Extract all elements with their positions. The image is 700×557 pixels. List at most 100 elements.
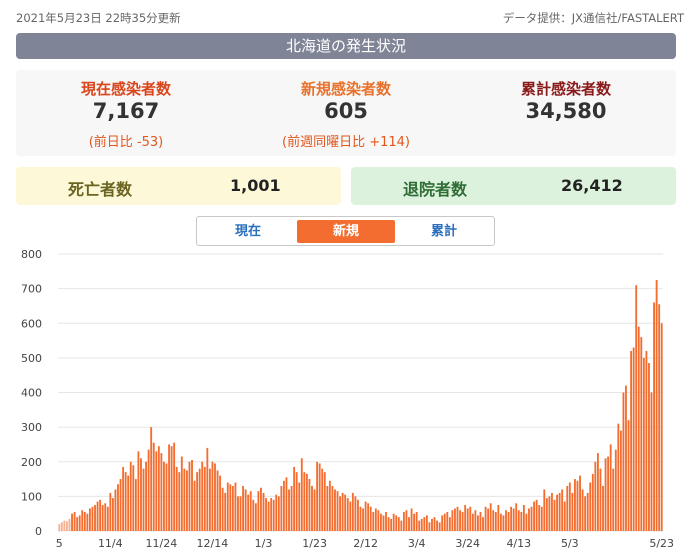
bar — [160, 453, 163, 531]
bar — [551, 492, 553, 531]
y-tick-label: 600 — [21, 317, 42, 330]
bar — [374, 508, 377, 531]
bar — [533, 501, 536, 531]
bar — [530, 506, 533, 531]
bar — [142, 468, 145, 531]
bar — [382, 515, 385, 531]
bar — [410, 508, 413, 531]
bar — [380, 513, 382, 531]
bar — [114, 489, 117, 531]
bar — [566, 485, 569, 531]
bar — [94, 505, 96, 531]
bar — [272, 499, 275, 531]
bar — [640, 337, 643, 531]
bar — [515, 503, 518, 531]
bar — [390, 518, 393, 531]
bar — [303, 472, 306, 531]
bar — [512, 508, 515, 531]
bar — [469, 506, 472, 531]
bar — [528, 508, 530, 531]
bar — [372, 511, 375, 531]
bar — [594, 461, 597, 531]
x-tick-label: 5/23 — [649, 537, 674, 550]
bar — [311, 485, 313, 531]
bar — [193, 480, 196, 531]
bar — [224, 492, 227, 531]
bar — [602, 485, 604, 531]
bar — [178, 472, 181, 531]
bar — [645, 350, 648, 531]
y-tick-label: 200 — [21, 456, 42, 469]
stat-current-label: 現在感染者数 — [80, 80, 171, 98]
bar — [140, 458, 142, 531]
bar — [443, 513, 446, 531]
bar — [660, 323, 663, 531]
bar — [364, 501, 367, 531]
bar — [479, 511, 482, 531]
y-tick-label: 100 — [21, 490, 42, 503]
bar — [305, 473, 308, 531]
bar — [433, 517, 436, 531]
y-tick-label: 700 — [21, 283, 42, 296]
y-tick-label: 500 — [21, 352, 42, 365]
updated-timestamp: 2021年5月23日 22時35分更新 — [16, 11, 181, 25]
bar — [288, 489, 290, 531]
bar — [395, 515, 398, 531]
bar — [492, 510, 495, 531]
x-tick-label: 2/12 — [353, 537, 378, 550]
bar — [505, 510, 507, 531]
bar — [655, 279, 658, 531]
deaths-value: 1,001 — [230, 176, 281, 195]
bar — [346, 498, 349, 531]
bar — [226, 482, 229, 531]
x-tick-label: 3/4 — [408, 537, 426, 550]
header-bar: 2021年5月23日 22時35分更新 データ提供：JX通信社/FASTALER… — [16, 10, 684, 28]
bar — [81, 510, 84, 531]
x-tick-label: 12/14 — [197, 537, 229, 550]
bar — [540, 506, 543, 531]
bar — [298, 482, 301, 531]
bar — [612, 468, 615, 531]
bar — [99, 499, 102, 531]
bar — [428, 522, 431, 531]
bar — [336, 491, 339, 531]
bar — [553, 499, 556, 531]
bar — [535, 499, 538, 531]
bar — [78, 515, 81, 531]
bar — [254, 503, 257, 531]
bar — [295, 472, 298, 531]
bar — [632, 347, 635, 531]
bar — [341, 492, 344, 531]
bar — [265, 498, 267, 531]
bar — [367, 503, 370, 531]
bar — [117, 484, 119, 531]
bar — [58, 524, 61, 531]
stat-total: 累計感染者数 34,580 — [456, 70, 676, 156]
bar — [318, 463, 321, 531]
deaths-box: 死亡者数 1,001 — [16, 167, 341, 205]
bar — [101, 505, 104, 531]
bar — [119, 479, 122, 531]
bar — [385, 511, 387, 531]
bar — [451, 510, 454, 531]
deaths-label: 死亡者数 — [68, 180, 133, 199]
bar — [203, 466, 206, 531]
x-tick-label: 11/24 — [146, 537, 178, 550]
bar — [216, 470, 219, 531]
bar — [561, 489, 564, 531]
bar — [461, 511, 464, 531]
bar — [425, 515, 428, 531]
bar — [622, 392, 625, 531]
bar — [71, 513, 73, 531]
bar — [359, 506, 362, 531]
bar — [122, 466, 125, 531]
bar — [420, 518, 423, 531]
data-source: データ提供：JX通信社/FASTALERT — [502, 11, 684, 25]
bar — [609, 444, 612, 531]
bar — [354, 496, 357, 532]
bar — [489, 503, 492, 531]
bar — [466, 508, 469, 531]
bar — [392, 513, 395, 531]
bar — [170, 446, 173, 531]
bar — [402, 511, 405, 531]
